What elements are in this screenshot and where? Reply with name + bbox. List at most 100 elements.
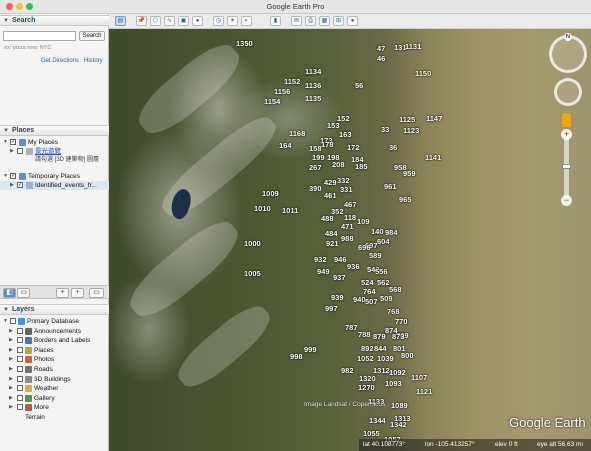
checkbox[interactable] <box>17 404 23 411</box>
disclosure-icon[interactable]: ▶ <box>9 336 13 345</box>
places-panel-header[interactable]: ▼ Places <box>0 125 109 136</box>
event-marker-label[interactable]: 331 <box>340 185 353 194</box>
event-marker-label[interactable]: 999 <box>304 345 317 354</box>
checkbox[interactable] <box>17 337 23 344</box>
event-marker-label[interactable]: 1000 <box>244 239 261 248</box>
event-marker-label[interactable]: 770 <box>395 317 408 326</box>
layers-view-icon[interactable]: ▭ <box>17 288 30 298</box>
event-marker-label[interactable]: 965 <box>399 195 412 204</box>
pan-control[interactable] <box>554 78 582 106</box>
event-marker-label[interactable]: 1134 <box>305 67 321 76</box>
event-marker-label[interactable]: 509 <box>380 294 393 303</box>
layer-item[interactable]: ▼ Primary Database <box>0 317 109 326</box>
save-image-icon[interactable]: ▦ <box>319 16 330 26</box>
event-marker-label[interactable]: 1270 <box>358 383 375 392</box>
event-marker-label[interactable]: 998 <box>290 352 303 361</box>
checkbox[interactable] <box>10 318 16 324</box>
layer-item[interactable]: Terrain <box>0 413 109 422</box>
my-places-item[interactable]: ▼ ✓ My Places <box>0 138 109 147</box>
event-marker-label[interactable]: 949 <box>317 267 330 276</box>
event-marker-label[interactable]: 158 <box>309 144 322 153</box>
event-marker-label[interactable]: 768 <box>387 307 400 316</box>
event-marker-label[interactable]: 429 <box>324 178 337 187</box>
checkbox[interactable] <box>17 375 23 382</box>
event-marker-label[interactable]: 946 <box>334 255 347 264</box>
event-marker-label[interactable]: 461 <box>324 191 337 200</box>
layer-item[interactable]: ▶ More <box>0 403 109 412</box>
disclosure-icon[interactable]: ▶ <box>10 147 14 156</box>
print-icon[interactable]: ⎙ <box>305 16 316 26</box>
overlay-icon[interactable]: ▣ <box>178 16 189 26</box>
disclosure-icon[interactable]: ▶ <box>9 355 13 364</box>
event-marker-label[interactable]: 1344 <box>369 416 386 425</box>
event-marker-label[interactable]: 997 <box>325 304 338 313</box>
event-marker-label[interactable]: 961 <box>384 182 397 191</box>
checkbox[interactable] <box>17 394 23 401</box>
get-directions-link[interactable]: Get Directions <box>41 58 79 64</box>
event-marker-label[interactable]: 118 <box>344 213 356 222</box>
event-marker-label[interactable]: 1107 <box>411 373 427 382</box>
disclosure-icon[interactable]: ▶ <box>9 365 13 374</box>
event-marker-label[interactable]: 467 <box>344 200 357 209</box>
event-marker-label[interactable]: 939 <box>331 293 344 302</box>
event-marker-label[interactable]: 484 <box>325 229 338 238</box>
event-marker-label[interactable]: 140 <box>371 227 384 236</box>
event-marker-label[interactable]: 1154 <box>264 97 280 106</box>
google-maps-icon[interactable]: ⊞ <box>333 16 344 26</box>
event-marker-label[interactable]: 932 <box>314 255 327 264</box>
event-marker-label[interactable]: 568 <box>389 285 402 294</box>
event-marker-label[interactable]: 109 <box>357 217 370 226</box>
zoom-window-button[interactable] <box>26 3 33 10</box>
zoom-out-button[interactable]: − <box>561 195 572 206</box>
event-marker-label[interactable]: 488 <box>321 214 334 223</box>
tour-icon[interactable]: ● <box>192 16 203 26</box>
checkbox[interactable] <box>17 356 23 363</box>
event-marker-label[interactable]: 1156 <box>274 87 290 96</box>
event-marker-label[interactable]: 984 <box>385 228 398 237</box>
event-marker-label[interactable]: 1147 <box>426 114 442 123</box>
checkbox[interactable]: ✓ <box>10 173 16 179</box>
checkbox[interactable]: ✓ <box>10 139 16 145</box>
event-marker-label[interactable]: 507 <box>365 297 378 306</box>
event-marker-label[interactable]: 1011 <box>282 206 298 215</box>
event-marker-label[interactable]: 879 <box>373 332 386 341</box>
checkbox[interactable] <box>17 327 23 334</box>
event-marker-label[interactable]: 1089 <box>391 401 408 410</box>
disclosure-icon[interactable]: ▶ <box>9 346 13 355</box>
minimize-window-button[interactable] <box>16 3 23 10</box>
event-marker-label[interactable]: 1093 <box>385 379 402 388</box>
checkbox[interactable] <box>17 385 23 392</box>
historical-imagery-icon[interactable]: ◷ <box>213 16 224 26</box>
event-marker-label[interactable]: 199 <box>312 153 325 162</box>
sightseeing-item[interactable]: ▶ 景光遊覽 <box>0 147 109 156</box>
event-marker-label[interactable]: 33 <box>381 125 389 134</box>
disclosure-icon[interactable]: ▼ <box>3 317 8 326</box>
disclosure-icon[interactable]: ▶ <box>9 394 13 403</box>
event-marker-label[interactable]: 332 <box>337 176 350 185</box>
checkbox[interactable] <box>17 366 23 372</box>
event-marker-label[interactable]: 471 <box>341 222 354 231</box>
close-window-button[interactable] <box>6 3 13 10</box>
event-marker-label[interactable]: 153 <box>327 121 340 130</box>
disclosure-icon[interactable]: ▶ <box>9 327 13 336</box>
temporary-places-item[interactable]: ▼ ✓ Temporary Places <box>0 172 109 181</box>
checkbox[interactable]: ✓ <box>17 182 23 188</box>
event-marker-label[interactable]: 940 <box>353 295 366 304</box>
event-marker-label[interactable]: 164 <box>279 141 292 150</box>
event-marker-label[interactable]: 937 <box>333 273 346 282</box>
street-view-pegman-icon[interactable] <box>562 113 571 127</box>
event-marker-label[interactable]: 988 <box>341 234 354 243</box>
event-marker-label[interactable]: 982 <box>341 366 354 375</box>
ruler-icon[interactable]: ▮ <box>270 16 281 26</box>
folder-add-icon[interactable]: ▭ <box>89 288 104 298</box>
zoom-slider-thumb[interactable] <box>562 164 571 169</box>
event-marker-label[interactable]: 562 <box>377 278 390 287</box>
event-marker-label[interactable]: 56 <box>355 81 363 90</box>
layers-panel-header[interactable]: ▼ Layers <box>0 304 109 315</box>
disclosure-icon[interactable]: ▶ <box>9 384 13 393</box>
event-marker-label[interactable]: 1150 <box>415 69 431 78</box>
disclosure-icon[interactable]: ▶ <box>9 403 13 412</box>
disclosure-icon[interactable]: ▼ <box>3 138 8 147</box>
event-marker-label[interactable]: 1092 <box>389 368 406 377</box>
event-marker-label[interactable]: 1052 <box>357 354 374 363</box>
